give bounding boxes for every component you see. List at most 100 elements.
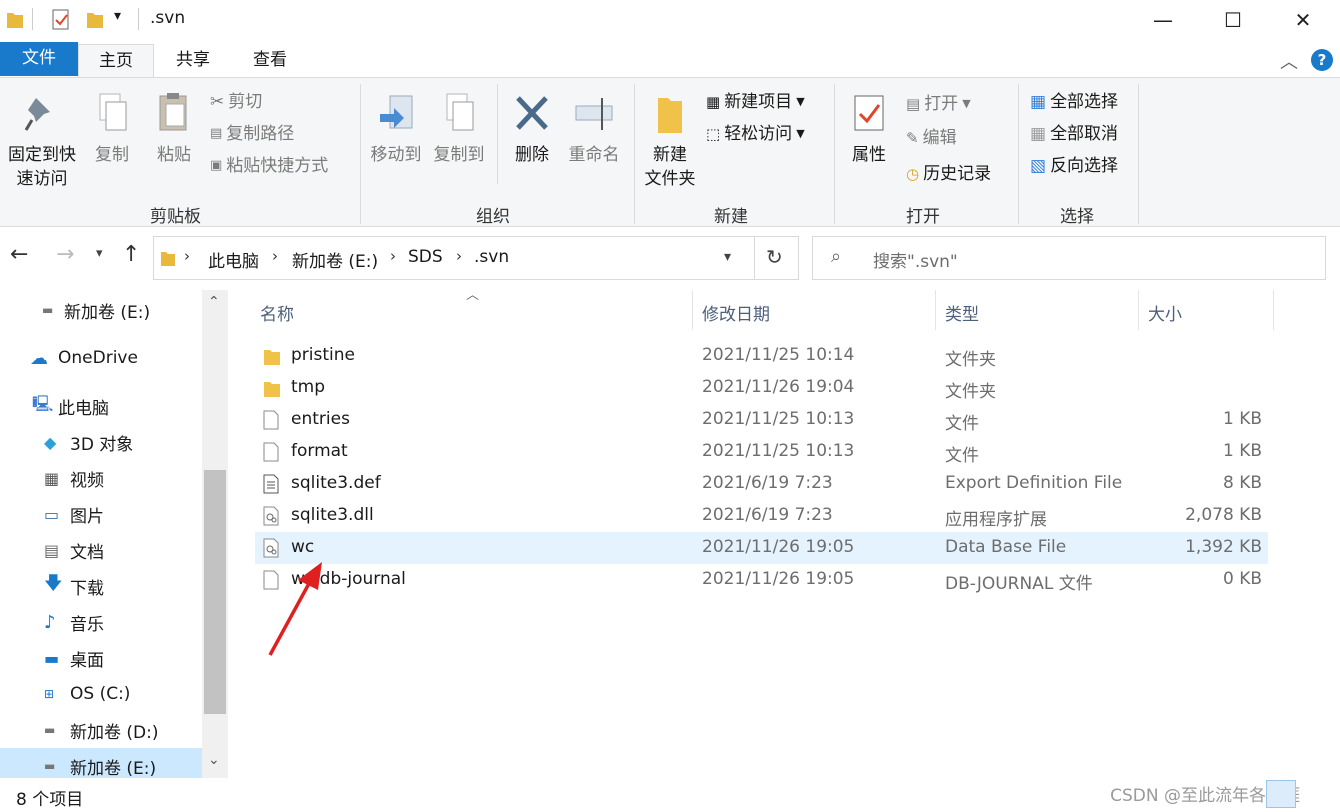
file-name: sqlite3.dll	[291, 505, 374, 525]
file-size: 2,078 KB	[1185, 505, 1262, 525]
nav-item-this-pc[interactable]: 🖳 此电脑	[0, 388, 202, 424]
breadcrumb-separator-icon: ›	[390, 247, 396, 265]
nav-item-videos[interactable]: ▦ 视频	[0, 460, 202, 496]
delete-button[interactable]: 删除	[504, 92, 560, 167]
file-row-hovered[interactable]: wc 2021/11/26 19:05 Data Base File 1,392…	[255, 532, 1268, 564]
file-size: 1,392 KB	[1185, 537, 1262, 557]
large-icons-view-icon[interactable]	[1302, 780, 1332, 808]
divider	[1018, 84, 1019, 224]
tab-view[interactable]: 查看	[232, 44, 308, 78]
divider	[692, 290, 693, 330]
breadcrumb-item[interactable]: SDS	[408, 247, 443, 267]
nav-scrollbar[interactable]: ⌃ ⌄	[202, 290, 228, 778]
select-none-button[interactable]: ▦ 全部取消	[1030, 122, 1118, 146]
maximize-button[interactable]: ☐	[1198, 0, 1268, 40]
tab-share[interactable]: 共享	[156, 44, 230, 78]
nav-item-onedrive[interactable]: ☁ OneDrive	[0, 340, 202, 376]
breadcrumb-item[interactable]: 此电脑	[208, 247, 259, 272]
new-folder-button[interactable]: 新建 文件夹	[640, 92, 700, 191]
close-button[interactable]: ✕	[1268, 0, 1338, 40]
nav-item-pictures[interactable]: ▭ 图片	[0, 496, 202, 532]
edit-button[interactable]: ✎ 编辑	[906, 126, 957, 150]
file-type: 文件	[945, 414, 979, 434]
address-bar[interactable]: › 此电脑 › 新加卷 (E:) › SDS › .svn ▾ ↻	[153, 236, 799, 280]
file-row[interactable]: entries 2021/11/25 10:13 文件 1 KB	[255, 404, 1268, 436]
nav-item-desktop[interactable]: ▬ 桌面	[0, 640, 202, 676]
address-dropdown-icon[interactable]: ▾	[724, 249, 731, 265]
file-row[interactable]: format 2021/11/25 10:13 文件 1 KB	[255, 436, 1268, 468]
text-file-icon	[263, 474, 279, 494]
copy-path-icon: ▤	[210, 126, 223, 141]
divider	[935, 290, 936, 330]
search-box[interactable]: ⌕ 搜索".svn"	[812, 236, 1326, 280]
invert-selection-button[interactable]: ▧ 反向选择	[1030, 154, 1118, 178]
file-type: 文件夹	[945, 350, 996, 370]
breadcrumb-item[interactable]: .svn	[474, 247, 509, 267]
nav-item-drive-d[interactable]: ▬ 新加卷 (D:)	[0, 712, 202, 748]
rename-button[interactable]: 重命名	[564, 92, 624, 167]
move-to-button[interactable]: 移动到	[366, 92, 426, 167]
file-row[interactable]: wc.db-journal 2021/11/26 19:05 DB-JOURNA…	[255, 564, 1268, 596]
nav-item-downloads[interactable]: 🡇 下载	[0, 568, 202, 604]
details-view-icon[interactable]	[1266, 780, 1296, 808]
scrollbar-thumb[interactable]	[204, 470, 226, 714]
up-icon[interactable]: ↑	[122, 242, 140, 267]
select-all-icon: ▦	[1030, 92, 1047, 112]
collapse-ribbon-icon[interactable]: ︿	[1280, 48, 1298, 74]
title-bar: ▾ .svn — ☐ ✕	[0, 0, 1340, 40]
scroll-up-icon[interactable]: ⌃	[208, 294, 220, 310]
column-header-name[interactable]: 名称	[260, 300, 294, 325]
db-file-icon	[263, 538, 279, 558]
open-button[interactable]: ▤ 打开 ▼	[906, 92, 971, 116]
scroll-down-icon[interactable]: ⌄	[208, 752, 220, 768]
nav-item-drive-e-selected[interactable]: ▬ 新加卷 (E:)	[0, 748, 202, 778]
refresh-icon[interactable]: ↻	[766, 245, 783, 269]
column-header-date[interactable]: 修改日期	[702, 300, 770, 325]
back-icon[interactable]: ←	[10, 242, 28, 267]
nav-item-3d-objects[interactable]: ◆ 3D 对象	[0, 424, 202, 460]
nav-item-documents[interactable]: ▤ 文档	[0, 532, 202, 568]
tab-file[interactable]: 文件	[0, 42, 78, 76]
paste-shortcut-button[interactable]: ▣ 粘贴快捷方式	[210, 154, 328, 178]
properties-icon[interactable]	[50, 8, 72, 32]
history-button[interactable]: ◷ 历史记录	[906, 162, 991, 186]
copy-to-button[interactable]: 复制到	[428, 92, 490, 167]
breadcrumb-separator-icon: ›	[272, 247, 278, 265]
quick-access-dropdown-icon[interactable]: ▾	[114, 8, 121, 24]
copy-path-button[interactable]: ▤ 复制路径	[210, 122, 294, 146]
column-header-type[interactable]: 类型	[945, 300, 979, 325]
sort-ascending-icon: ︿	[466, 288, 480, 303]
dropdown-arrow-icon: ▼	[796, 95, 805, 108]
select-all-button[interactable]: ▦ 全部选择	[1030, 90, 1118, 114]
cube-icon: ◆	[44, 432, 57, 452]
history-icon: ◷	[906, 165, 920, 183]
copy-button[interactable]: 复制	[86, 92, 138, 167]
column-header-size[interactable]: 大小	[1148, 300, 1182, 325]
divider	[1138, 84, 1139, 224]
picture-icon: ▭	[44, 504, 60, 524]
paste-button[interactable]: 粘贴	[146, 92, 202, 167]
file-type: 文件	[945, 446, 979, 466]
nav-item-drive-c[interactable]: ⊞ OS (C:)	[0, 676, 202, 712]
file-row[interactable]: tmp 2021/11/26 19:04 文件夹	[255, 372, 1268, 404]
new-folder-icon[interactable]	[86, 8, 104, 30]
minimize-button[interactable]: —	[1128, 0, 1198, 40]
pin-quick-access-button[interactable]: 固定到快 速访问	[4, 92, 80, 191]
nav-item-music[interactable]: ♪ 音乐	[0, 604, 202, 640]
nav-item-drive-e[interactable]: ▬ 新加卷 (E:)	[0, 292, 202, 328]
file-row[interactable]: sqlite3.def 2021/6/19 7:23 Export Defini…	[255, 468, 1268, 500]
recent-locations-icon[interactable]: ▾	[96, 246, 103, 261]
file-row[interactable]: pristine 2021/11/25 10:14 文件夹	[255, 340, 1268, 372]
new-item-button[interactable]: ▦ 新建项目 ▼	[706, 90, 805, 114]
dll-icon	[263, 506, 279, 526]
ribbon: 固定到快 速访问 复制 粘贴 ✂ 剪切 ▤ 复制路径 ▣ 粘贴快捷方式 剪贴板 移动到…	[0, 77, 1340, 227]
properties-button[interactable]: 属性	[840, 92, 898, 167]
forward-icon[interactable]: →	[56, 242, 74, 267]
help-icon[interactable]: ?	[1310, 48, 1334, 72]
file-row[interactable]: sqlite3.dll 2021/6/19 7:23 应用程序扩展 2,078 …	[255, 500, 1268, 532]
breadcrumb-item[interactable]: 新加卷 (E:)	[292, 247, 378, 272]
cut-button[interactable]: ✂ 剪切	[210, 90, 262, 114]
easy-access-button[interactable]: ⬚ 轻松访问 ▼	[706, 122, 805, 146]
divider	[138, 8, 139, 30]
new-folder-icon	[658, 98, 682, 133]
